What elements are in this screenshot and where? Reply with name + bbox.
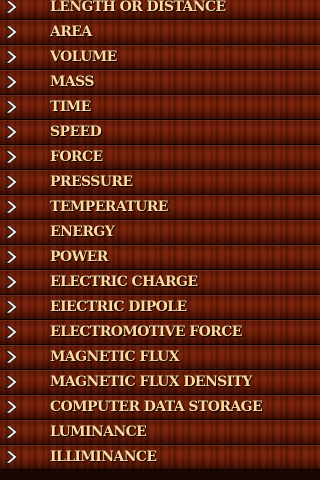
list-item-label: SPEED [50, 124, 102, 140]
list-item-volume[interactable]: VOLUME [0, 45, 320, 70]
chevron-right-icon [5, 225, 18, 239]
list-item-label: VOLUME [50, 49, 117, 65]
list-item-power[interactable]: POWER [0, 245, 320, 270]
chevron-right-icon [5, 50, 18, 64]
list-item-electric-charge[interactable]: ELECTRIC CHARGE [0, 270, 320, 295]
list-item-label: AREA [50, 24, 92, 40]
chevron-right-icon [5, 125, 18, 139]
list-item-electromotive-force[interactable]: ELECTROMOTIVE FORCE [0, 320, 320, 345]
list-item-label: FORCE [50, 149, 103, 165]
list-item-label: EIECTRIC DIPOLE [50, 299, 187, 315]
list-item-label: LUMINANCE [50, 424, 147, 440]
list-item-force[interactable]: FORCE [0, 145, 320, 170]
list-item-magnetic-flux[interactable]: MAGNETIC FLUX [0, 345, 320, 370]
chevron-right-icon [5, 375, 18, 389]
chevron-right-icon [5, 0, 18, 14]
chevron-right-icon [5, 75, 18, 89]
list-item-label: ELECTRIC CHARGE [50, 274, 198, 290]
list-item-magnetic-flux-density[interactable]: MAGNETIC FLUX DENSITY [0, 370, 320, 395]
chevron-right-icon [5, 350, 18, 364]
list-item-computer-data-storage[interactable]: COMPUTER DATA STORAGE [0, 395, 320, 420]
chevron-right-icon [5, 325, 18, 339]
chevron-right-icon [5, 450, 18, 464]
chevron-right-icon [5, 425, 18, 439]
chevron-right-icon [5, 200, 18, 214]
chevron-right-icon [5, 250, 18, 264]
list-item-luminance[interactable]: LUMINANCE [0, 420, 320, 445]
chevron-right-icon [5, 300, 18, 314]
list-item-temperature[interactable]: TEMPERATURE [0, 195, 320, 220]
list-item-time[interactable]: TIME [0, 95, 320, 120]
list-item-illuminance[interactable]: ILLIMINANCE [0, 445, 320, 470]
list-item-electric-dipole[interactable]: EIECTRIC DIPOLE [0, 295, 320, 320]
list-item-label: MAGNETIC FLUX DENSITY [50, 374, 252, 390]
list-item-label: TEMPERATURE [50, 199, 168, 215]
list-item-area[interactable]: AREA [0, 20, 320, 45]
chevron-right-icon [5, 400, 18, 414]
list-item-label: PRESSURE [50, 174, 133, 190]
list-item-label: ENERGY [50, 224, 115, 240]
chevron-right-icon [5, 150, 18, 164]
chevron-right-icon [5, 175, 18, 189]
list-item-label: ELECTROMOTIVE FORCE [50, 324, 242, 340]
list-item-speed[interactable]: SPEED [0, 120, 320, 145]
list-item-label: MASS [50, 74, 94, 90]
list-item-label: POWER [50, 249, 108, 265]
unit-category-list: LENGTH OR DISTANCE AREA VOLUME MASS TIME… [0, 0, 320, 470]
list-item-label: LENGTH OR DISTANCE [50, 0, 226, 15]
list-item-label: COMPUTER DATA STORAGE [50, 399, 263, 415]
list-item-label: ILLIMINANCE [50, 449, 157, 465]
list-item-energy[interactable]: ENERGY [0, 220, 320, 245]
list-item-pressure[interactable]: PRESSURE [0, 170, 320, 195]
chevron-right-icon [5, 275, 18, 289]
chevron-right-icon [5, 100, 18, 114]
list-item-length-or-distance[interactable]: LENGTH OR DISTANCE [0, 0, 320, 20]
chevron-right-icon [5, 25, 18, 39]
list-item-label: MAGNETIC FLUX [50, 349, 180, 365]
list-item-label: TIME [50, 99, 91, 115]
list-item-mass[interactable]: MASS [0, 70, 320, 95]
